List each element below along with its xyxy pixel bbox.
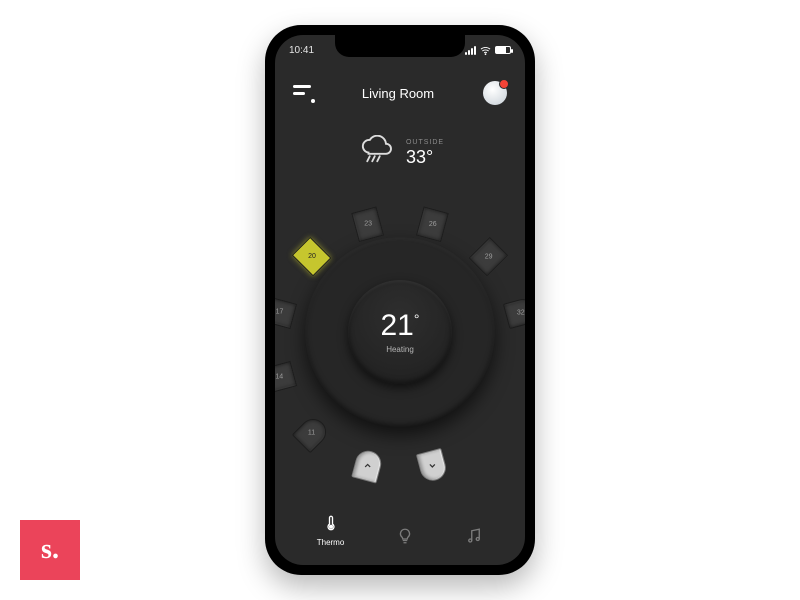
dial-tick-11: 11 <box>308 430 315 437</box>
dial-tick-23: 23 <box>364 221 372 228</box>
outside-label: OUTSIDE <box>406 139 444 146</box>
status-time: 10:41 <box>289 45 314 56</box>
tab-music[interactable] <box>465 527 483 547</box>
status-indicators <box>465 45 511 56</box>
brand-text: s. <box>41 534 59 566</box>
wifi-icon <box>480 45 491 56</box>
battery-icon <box>495 46 511 54</box>
page-title: Living Room <box>362 86 434 101</box>
temp-down-button[interactable] <box>416 448 449 484</box>
thermostat-dial[interactable]: 11 14 17 20 23 26 29 32 <box>305 237 495 427</box>
music-note-icon <box>465 527 483 547</box>
weather-rain-icon <box>356 135 396 170</box>
tab-light[interactable] <box>396 527 414 547</box>
profile-avatar[interactable] <box>483 81 507 105</box>
app-header: Living Room <box>275 73 525 113</box>
tab-thermo-label: Thermo <box>317 538 345 547</box>
thermostat-status: Heating <box>386 345 414 354</box>
current-temp: 21° <box>381 309 420 343</box>
outside-temp: 33° <box>406 148 444 166</box>
dial-tick-20: 20 <box>308 253 316 260</box>
tab-thermo[interactable]: Thermo <box>317 514 345 547</box>
bottom-tabbar: Thermo <box>275 514 525 547</box>
dial-tick-32: 32 <box>517 309 525 316</box>
dial-tick-14: 14 <box>275 374 283 381</box>
menu-button[interactable] <box>293 83 313 103</box>
brand-badge: s. <box>20 520 80 580</box>
outside-weather: OUTSIDE 33° <box>275 135 525 170</box>
temp-up-button[interactable] <box>351 448 384 484</box>
dial-tick-29: 29 <box>484 253 492 260</box>
dial-tick-26: 26 <box>428 221 436 228</box>
dial-center: 21° Heating <box>348 280 452 384</box>
cellular-signal-icon <box>465 46 476 55</box>
phone-notch <box>335 35 465 57</box>
lightbulb-icon <box>396 527 414 547</box>
phone-device-frame: 10:41 Living Room <box>265 25 535 575</box>
thermometer-icon <box>322 514 340 534</box>
phone-screen: 10:41 Living Room <box>275 35 525 565</box>
dial-tick-17: 17 <box>275 309 283 316</box>
